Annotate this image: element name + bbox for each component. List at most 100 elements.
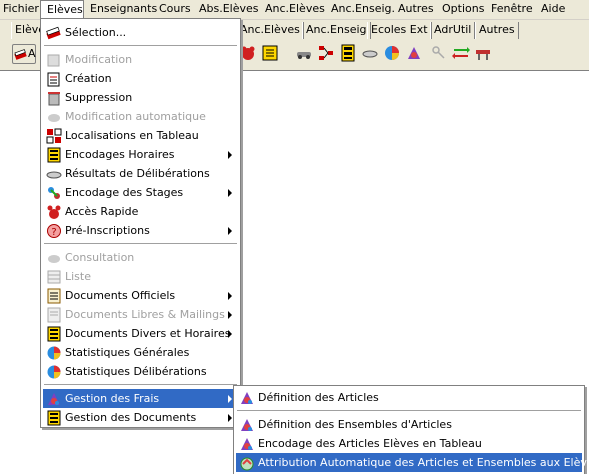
menu-label: Cours [159, 2, 191, 15]
auto-modification-icon [46, 109, 62, 125]
tab-anc-enseig[interactable]: Anc.Enseig [302, 22, 371, 39]
tab-adrutil[interactable]: AdrUtil [430, 22, 476, 39]
menu-label: Fichier [3, 2, 39, 15]
menu-anc-enseig[interactable]: Anc.Enseig. [331, 0, 395, 19]
menu-separator [237, 410, 581, 412]
menu-item-label: Gestion des Frais [65, 392, 160, 405]
documents-icon [46, 410, 62, 426]
fees-icon [46, 391, 62, 407]
menu-item-label: Localisations en Tableau [65, 129, 199, 142]
schedule-icon [46, 147, 62, 163]
menu-item-liste: Liste [43, 267, 238, 286]
menu-item-label: Gestion des Documents [65, 411, 197, 424]
tab-label: Ecoles Ext [371, 23, 428, 36]
menu-separator [44, 243, 237, 245]
menu-item-statistiques-generales[interactable]: Statistiques Générales [43, 343, 238, 362]
tab-ecoles-ext[interactable]: Ecoles Ext [367, 22, 432, 39]
auto-attribution-icon [239, 455, 255, 471]
creation-icon [46, 71, 62, 87]
menu-item-documents-divers[interactable]: Documents Divers et Horaires [43, 324, 238, 343]
menu-label: Enseignants [90, 2, 158, 15]
menu-enseignants[interactable]: Enseignants [90, 0, 157, 19]
menu-item-label: Modification [65, 53, 133, 66]
submenu-arrow-icon [228, 292, 232, 300]
svg-text:?: ? [51, 227, 56, 238]
menu-item-localisations[interactable]: Localisations en Tableau [43, 126, 238, 145]
menu-cours[interactable]: Cours [159, 0, 191, 19]
menu-item-definition-ensembles[interactable]: Définition des Ensembles d'Articles [236, 415, 582, 434]
quick-access-icon[interactable] [239, 44, 257, 62]
menu-item-label: Résultats de Délibérations [65, 167, 210, 180]
menu-abs-eleves[interactable]: Abs.Elèves [199, 0, 259, 19]
trash-icon [46, 90, 62, 106]
toolbar-first-button[interactable]: A [12, 44, 36, 64]
articles-table-icon [239, 436, 255, 452]
menu-item-label: Accès Rapide [65, 205, 139, 218]
menu-item-gestion-frais[interactable]: Gestion des Frais [43, 389, 238, 408]
menu-item-encodages-horaires[interactable]: Encodages Horaires [43, 145, 238, 164]
menu-item-documents-officiels[interactable]: Documents Officiels [43, 286, 238, 305]
menu-bar: Fichier Elèves Enseignants Cours Abs.Elè… [0, 0, 589, 20]
menu-item-gestion-documents[interactable]: Gestion des Documents [43, 408, 238, 427]
menu-item-label: Encodage des Articles Elèves en Tableau [258, 437, 482, 450]
menu-item-label: Modification automatique [65, 110, 206, 123]
pie-chart-icon[interactable] [383, 44, 401, 62]
menu-item-creation[interactable]: Création [43, 69, 238, 88]
menu-item-acces-rapide[interactable]: Accès Rapide [43, 202, 238, 221]
modification-icon [46, 52, 62, 68]
car-icon[interactable] [295, 44, 313, 62]
fees-icon[interactable] [405, 44, 423, 62]
menu-item-suppression[interactable]: Suppression [43, 88, 238, 107]
menu-label: Elèves [47, 3, 83, 16]
transfer-icon[interactable] [452, 44, 470, 62]
misc-docs-icon [46, 326, 62, 342]
tab-anc-eleves[interactable]: Anc.Elèves [236, 22, 304, 39]
menu-item-encodage-stages[interactable]: Encodage des Stages [43, 183, 238, 202]
menu-autres[interactable]: Autres [398, 0, 434, 19]
menu-item-modification: Modification [43, 50, 238, 69]
list-icon [46, 269, 62, 285]
menu-item-label: Attribution Automatique des Articles et … [258, 456, 589, 469]
submenu-arrow-icon [228, 189, 232, 197]
menu-anc-eleves[interactable]: Anc.Elèves [265, 0, 325, 19]
key-icon[interactable] [430, 44, 448, 62]
tab-autres[interactable]: Autres [475, 22, 519, 39]
hierarchy-icon[interactable] [317, 44, 335, 62]
menu-item-label: Définition des Articles [258, 391, 379, 404]
table-icon [46, 128, 62, 144]
official-docs-icon [46, 288, 62, 304]
free-docs-icon [46, 307, 62, 323]
tab-label: Anc.Elèves [240, 23, 300, 36]
menu-label: Anc.Enseig. [331, 2, 395, 15]
toolbar-first-label: A [28, 47, 36, 60]
menu-item-statistiques-deliberations[interactable]: Statistiques Délibérations [43, 362, 238, 381]
menu-label: Options [442, 2, 485, 15]
glasses-icon[interactable] [361, 44, 379, 62]
menu-item-attribution-automatique[interactable]: Attribution Automatique des Articles et … [236, 453, 589, 472]
menu-item-pre-inscriptions[interactable]: ? Pré-Inscriptions [43, 221, 238, 240]
menu-item-label: Consultation [65, 251, 135, 264]
menu-fichier[interactable]: Fichier [3, 0, 39, 19]
menu-aide[interactable]: Aide [541, 0, 565, 19]
menu-eleves[interactable]: Elèves [40, 0, 84, 19]
tab-label: AdrUtil [434, 23, 472, 36]
menu-label: Anc.Elèves [265, 2, 325, 15]
pre-registration-icon: ? [46, 223, 62, 239]
menu-item-resultats-deliberations[interactable]: Résultats de Délibérations [43, 164, 238, 183]
menu-item-definition-articles[interactable]: Définition des Articles [236, 388, 582, 407]
menu-item-documents-libres: Documents Libres & Mailings [43, 305, 238, 324]
menu-options[interactable]: Options [442, 0, 484, 19]
document-icon[interactable] [261, 44, 279, 62]
menu-item-encodage-articles[interactable]: Encodage des Articles Elèves en Tableau [236, 434, 582, 453]
gestion-frais-submenu: Définition des Articles Définition des E… [233, 385, 589, 474]
article-sets-icon [239, 417, 255, 433]
menu-item-selection[interactable]: Sélection... [43, 23, 238, 42]
menu-item-modification-automatique: Modification automatique [43, 107, 238, 126]
tools-icon[interactable] [474, 44, 492, 62]
menu-item-label: Suppression [65, 91, 133, 104]
schedule-icon[interactable] [339, 44, 357, 62]
menu-fenetre[interactable]: Fenêtre [491, 0, 533, 19]
eleves-dropdown-menu: Sélection... Modification Création Suppr… [40, 18, 241, 428]
menu-item-label: Encodage des Stages [65, 186, 184, 199]
menu-item-label: Documents Libres & Mailings [65, 308, 225, 321]
